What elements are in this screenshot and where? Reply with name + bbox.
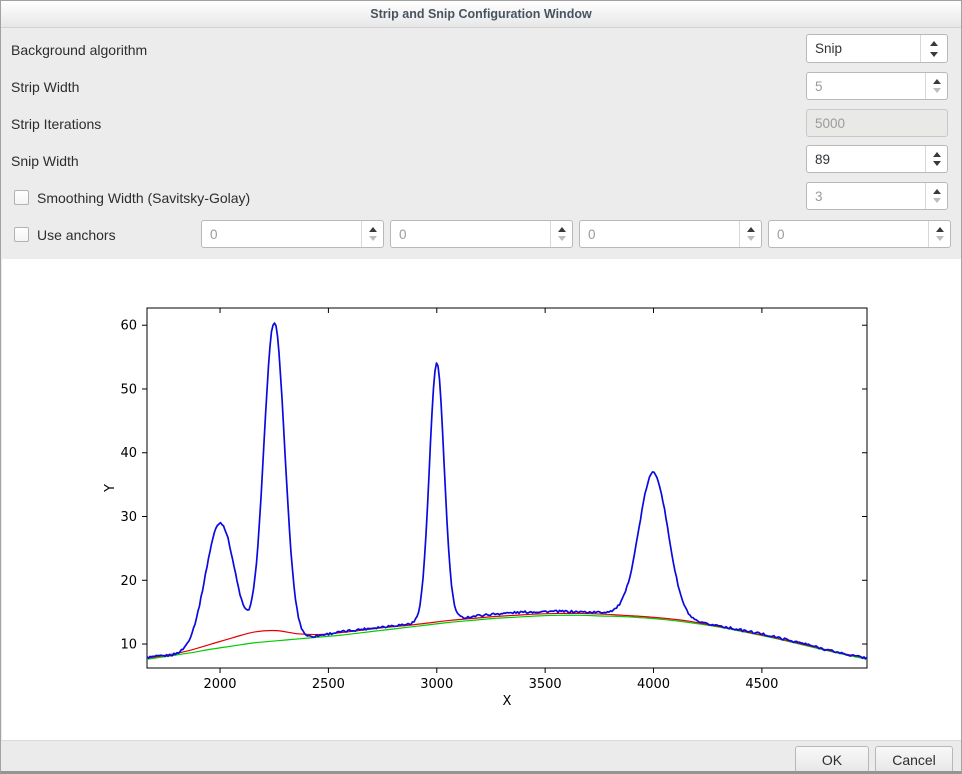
- snip-width-label: Snip Width: [11, 153, 79, 169]
- strip-width-label: Strip Width: [11, 79, 79, 95]
- svg-text:20: 20: [120, 574, 137, 589]
- strip-iterations-field: 5000: [806, 109, 948, 137]
- strip-width-spinbox[interactable]: 5: [806, 72, 948, 100]
- title-bar: Strip and Snip Configuration Window: [1, 1, 961, 28]
- config-form: Background algorithm Snip Strip Width 5 …: [1, 29, 961, 259]
- anchor-3-value: 0: [580, 227, 739, 242]
- cancel-button-label: Cancel: [892, 752, 936, 768]
- spin-up-icon[interactable]: [936, 227, 944, 232]
- snip-width-value: 89: [807, 152, 925, 167]
- spin-up-icon[interactable]: [933, 79, 941, 84]
- spectrum-chart: 2000 2500 3000 3500 4000 4500 10 20 30 40 50 60 X Y: [2, 259, 961, 740]
- strip-iterations-label: Strip Iterations: [11, 116, 101, 132]
- window-title: Strip and Snip Configuration Window: [370, 7, 591, 21]
- anchor-2-spinbox[interactable]: 0: [390, 220, 573, 248]
- spin-buttons[interactable]: [925, 183, 947, 209]
- strip-width-value: 5: [807, 79, 925, 94]
- strip-iterations-value: 5000: [807, 116, 947, 131]
- ok-button[interactable]: OK: [795, 746, 869, 773]
- spin-down-icon[interactable]: [933, 161, 941, 166]
- spin-down-icon: [936, 236, 944, 241]
- svg-text:X: X: [503, 694, 512, 709]
- spin-buttons[interactable]: [361, 221, 383, 247]
- svg-text:2000: 2000: [203, 677, 236, 692]
- anchor-1-value: 0: [202, 227, 361, 242]
- svg-text:2500: 2500: [312, 677, 345, 692]
- svg-text:40: 40: [120, 446, 137, 461]
- svg-text:30: 30: [120, 510, 137, 525]
- spin-down-icon: [747, 236, 755, 241]
- spin-up-icon[interactable]: [369, 227, 377, 232]
- spectrum-plot: 2000 2500 3000 3500 4000 4500 10 20 30 40 50 60 X Y: [2, 259, 961, 740]
- cancel-button[interactable]: Cancel: [875, 746, 953, 773]
- svg-text:60: 60: [120, 319, 137, 334]
- spin-buttons[interactable]: [550, 221, 572, 247]
- spin-down-icon: [369, 236, 377, 241]
- svg-text:4500: 4500: [745, 677, 778, 692]
- spin-down-icon: [558, 236, 566, 241]
- snip-width-spinbox[interactable]: 89: [806, 145, 948, 173]
- spin-buttons[interactable]: [925, 146, 947, 172]
- svg-text:10: 10: [120, 638, 137, 653]
- ok-button-label: OK: [822, 752, 842, 768]
- anchor-4-spinbox[interactable]: 0: [768, 220, 951, 248]
- background-algorithm-value: Snip: [807, 41, 920, 56]
- spin-down-icon: [933, 88, 941, 93]
- anchor-1-spinbox[interactable]: 0: [201, 220, 384, 248]
- spin-up-icon[interactable]: [933, 189, 941, 194]
- spin-up-icon[interactable]: [558, 227, 566, 232]
- spin-buttons[interactable]: [739, 221, 761, 247]
- anchor-4-value: 0: [769, 227, 928, 242]
- combobox-arrows-icon[interactable]: [920, 35, 947, 62]
- spin-buttons[interactable]: [925, 73, 947, 99]
- dialog-button-bar: OK Cancel: [1, 740, 961, 772]
- use-anchors-checkbox[interactable]: [14, 227, 29, 242]
- chevron-up-icon: [930, 41, 938, 46]
- chevron-down-icon: [930, 52, 938, 57]
- anchor-2-value: 0: [391, 227, 550, 242]
- config-window: Strip and Snip Configuration Window Back…: [0, 0, 962, 774]
- smoothing-width-value: 3: [807, 189, 925, 204]
- spin-down-icon: [933, 198, 941, 203]
- background-algorithm-label: Background algorithm: [11, 42, 147, 58]
- smoothing-width-spinbox[interactable]: 3: [806, 182, 948, 210]
- svg-text:50: 50: [120, 382, 137, 397]
- svg-text:3500: 3500: [529, 677, 562, 692]
- svg-text:4000: 4000: [637, 677, 670, 692]
- svg-text:3000: 3000: [420, 677, 453, 692]
- svg-text:Y: Y: [103, 484, 118, 493]
- smoothing-width-label: Smoothing Width (Savitsky-Golay): [37, 190, 250, 206]
- anchor-3-spinbox[interactable]: 0: [579, 220, 762, 248]
- spin-up-icon[interactable]: [747, 227, 755, 232]
- background-algorithm-select[interactable]: Snip: [806, 34, 948, 63]
- use-anchors-label: Use anchors: [37, 227, 116, 243]
- spin-buttons[interactable]: [928, 221, 950, 247]
- spin-up-icon[interactable]: [933, 152, 941, 157]
- smoothing-width-checkbox[interactable]: [14, 190, 29, 205]
